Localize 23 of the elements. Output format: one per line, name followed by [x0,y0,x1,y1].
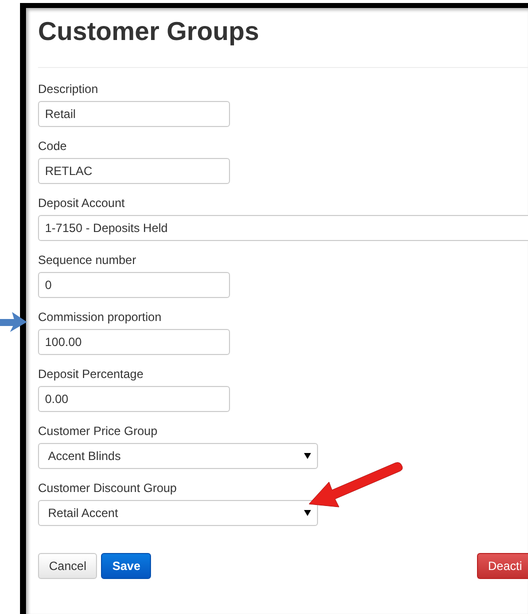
input-field[interactable]: 0 [38,272,230,298]
page-title: Customer Groups [38,15,260,48]
field-label: Code [38,139,68,153]
input-field[interactable]: RETLAC [38,158,230,184]
field-label: Sequence number [38,253,138,267]
input-field[interactable]: 100.00 [38,329,230,355]
field-label: Customer Discount Group [38,481,178,495]
field-label: Description [38,82,100,96]
secondary-button[interactable]: Cancel [38,553,98,579]
caret-icon [304,453,311,459]
field-label: Deposit Percentage [38,367,144,381]
annotation-arrow [0,311,28,333]
field-label: Customer Price Group [38,424,158,438]
field-label: Deposit Account [38,196,126,210]
danger-button[interactable]: Deacti [476,553,528,579]
input-field[interactable]: 0.00 [38,386,230,412]
input-field[interactable]: Retail [38,101,230,127]
primary-button[interactable]: Save [101,553,152,579]
dropdown[interactable]: Accent Blinds [38,443,318,469]
dropdown[interactable]: Retail Accent [38,500,318,526]
input-field[interactable]: 1-7150 - Deposits Held [38,215,528,241]
caret-icon [304,510,311,516]
field-label: Commission proportion [38,310,162,324]
